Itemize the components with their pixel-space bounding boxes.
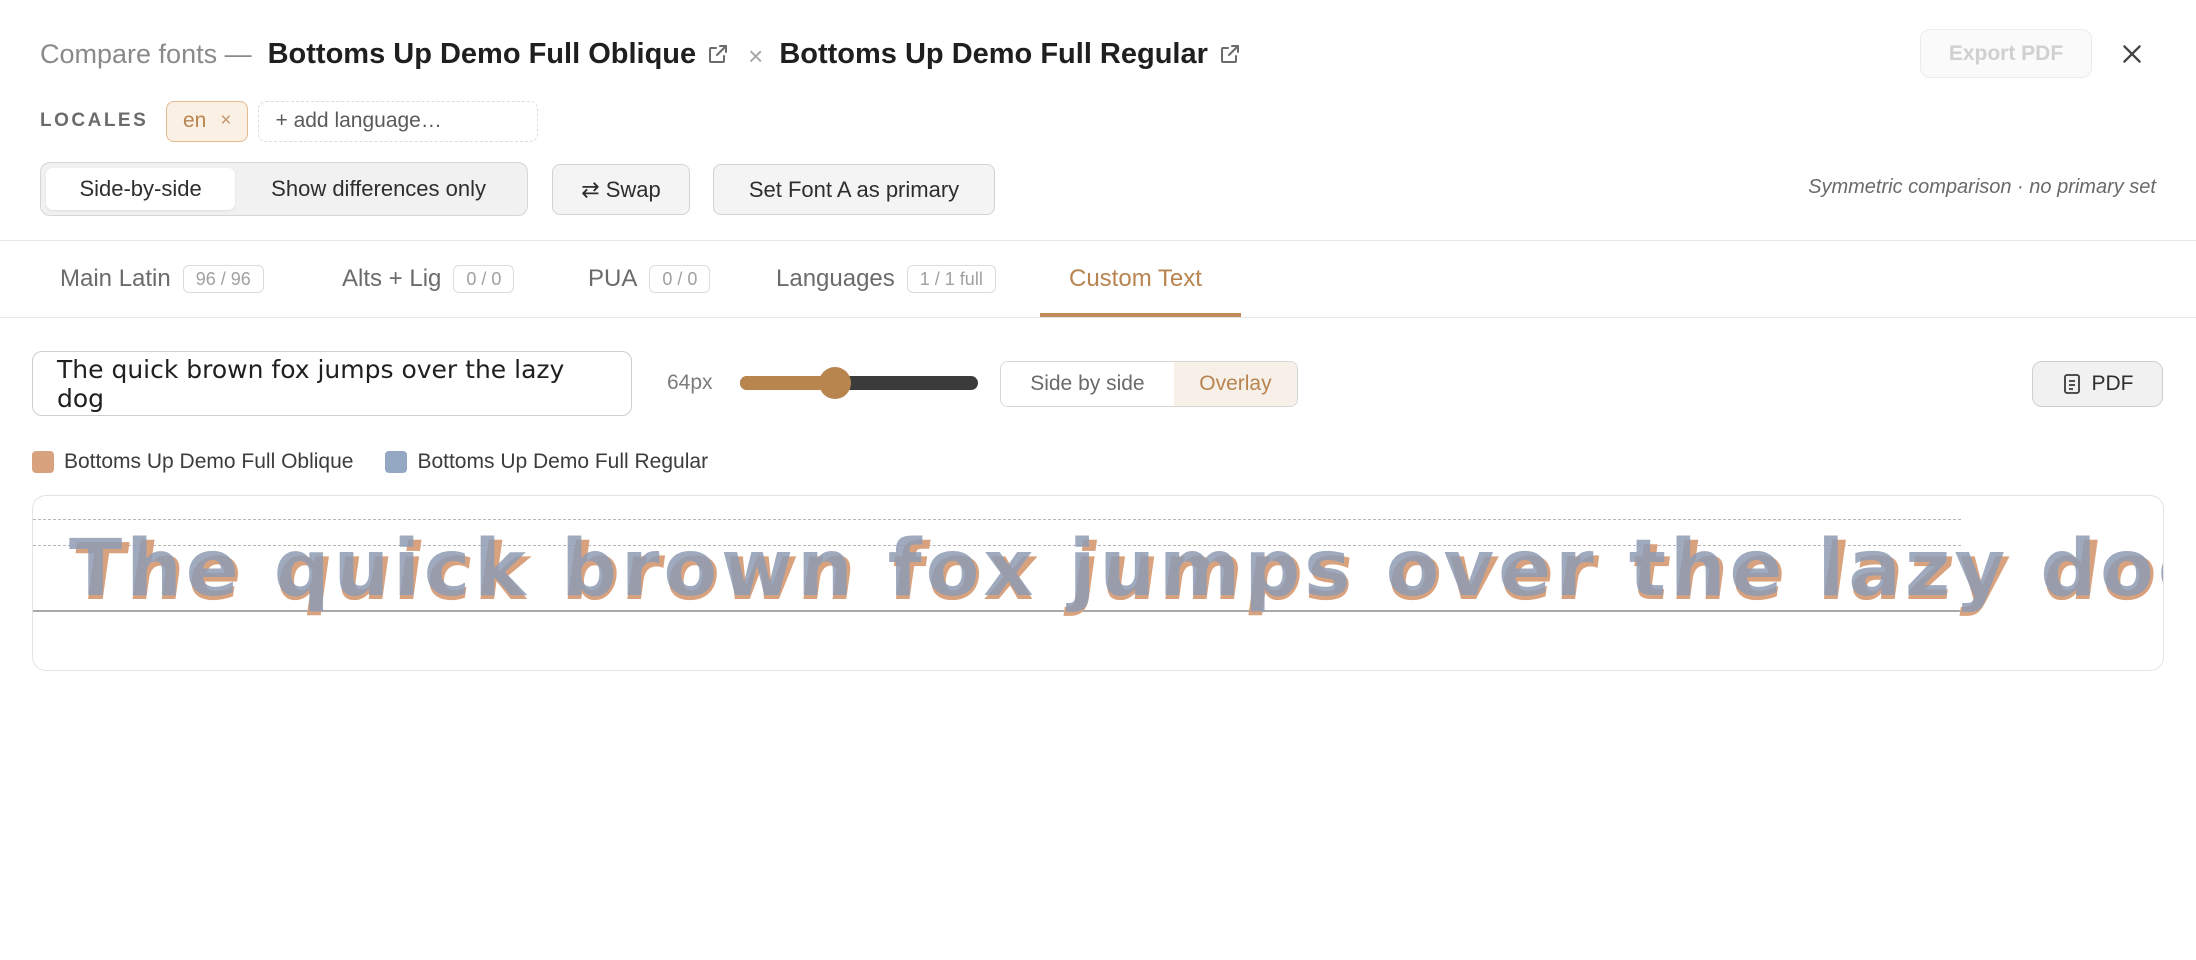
legend-label: Bottoms Up Demo Full Oblique (64, 450, 354, 473)
tab-label: Languages (776, 265, 895, 292)
view-mode-differences-only[interactable]: Show differences only (235, 168, 522, 210)
pdf-button[interactable]: PDF (2032, 361, 2163, 407)
locales-label: LOCALES (40, 110, 149, 131)
dialog-header: Compare fonts — Bottoms Up Demo Full Obl… (40, 30, 1242, 78)
tab-count-badge: 0 / 0 (649, 265, 711, 293)
divider (0, 317, 2196, 318)
external-link-icon[interactable] (706, 42, 730, 66)
export-pdf-button[interactable]: Export PDF (1920, 29, 2092, 78)
display-mode-side-by-side[interactable]: Side by side (1001, 362, 1174, 406)
font-size-readout: 64px (667, 371, 713, 394)
remove-locale-icon[interactable]: × (220, 110, 231, 132)
tab-label: PUA (588, 265, 638, 292)
tab-main-latin[interactable]: Main Latin 96 / 96 (60, 262, 264, 296)
tab-count-badge: 1 / 1 full (906, 265, 996, 293)
close-button[interactable] (2112, 34, 2152, 74)
pdf-label: PDF (2091, 372, 2134, 395)
add-language-input[interactable]: + add language… (258, 100, 539, 142)
vs-separator: × (748, 40, 764, 71)
tab-label: Main Latin (60, 265, 171, 292)
set-primary-button[interactable]: Set Font A as primary (713, 164, 995, 215)
divider (0, 240, 2196, 241)
display-mode-overlay[interactable]: Overlay (1173, 362, 1297, 406)
tab-count-badge: 0 / 0 (453, 265, 515, 293)
tab-pua[interactable]: PUA 0 / 0 (588, 262, 711, 296)
ascender-guide (33, 519, 1961, 520)
external-link-icon[interactable] (1218, 42, 1242, 66)
dialog-title-prefix: Compare fonts — (40, 38, 252, 69)
font-a-name: Bottoms Up Demo Full Oblique (267, 37, 697, 70)
tab-alts-lig[interactable]: Alts + Lig 0 / 0 (342, 262, 515, 296)
swap-button[interactable]: ⇄ Swap (552, 164, 690, 215)
view-mode-toggle: Side-by-side Show differences only (40, 162, 528, 216)
legend-swatch (385, 451, 408, 473)
locale-chip-en: en × (166, 100, 249, 142)
legend-label: Bottoms Up Demo Full Regular (417, 450, 709, 473)
tab-languages[interactable]: Languages 1 / 1 full (776, 262, 996, 296)
sample-text-font-b: The quick brown fox jumps over the lazy … (69, 524, 2164, 614)
legend-swatch (32, 451, 54, 473)
slider-thumb[interactable] (819, 367, 852, 399)
view-mode-side-by-side[interactable]: Side-by-side (46, 168, 236, 210)
overlay-preview: The quick brown fox jumps over the lazy … (32, 495, 2164, 671)
tab-count-badge: 96 / 96 (182, 265, 264, 293)
tab-custom-text[interactable]: Custom Text (1069, 262, 1202, 296)
font-legend: Bottoms Up Demo Full Oblique Bottoms Up … (32, 448, 740, 476)
locales-row: LOCALES en × + add language… (40, 100, 539, 142)
close-icon (2123, 45, 2141, 63)
tab-label: Custom Text (1069, 265, 1202, 292)
custom-text-input[interactable]: The quick brown fox jumps over the lazy … (32, 351, 632, 416)
document-icon (2063, 374, 2080, 394)
font-size-slider[interactable] (740, 367, 978, 399)
comparison-status: Symmetric comparison · no primary set (1808, 176, 2156, 198)
legend-item-font-b: Bottoms Up Demo Full Regular (385, 450, 708, 474)
font-b-name: Bottoms Up Demo Full Regular (779, 37, 1208, 70)
tab-label: Alts + Lig (342, 265, 442, 292)
display-mode-toggle: Side by side Overlay (1000, 361, 1298, 407)
locale-chip-label: en (183, 109, 207, 132)
legend-item-font-a: Bottoms Up Demo Full Oblique (32, 450, 353, 474)
compare-fonts-dialog: Compare fonts — Bottoms Up Demo Full Obl… (0, 0, 2196, 960)
